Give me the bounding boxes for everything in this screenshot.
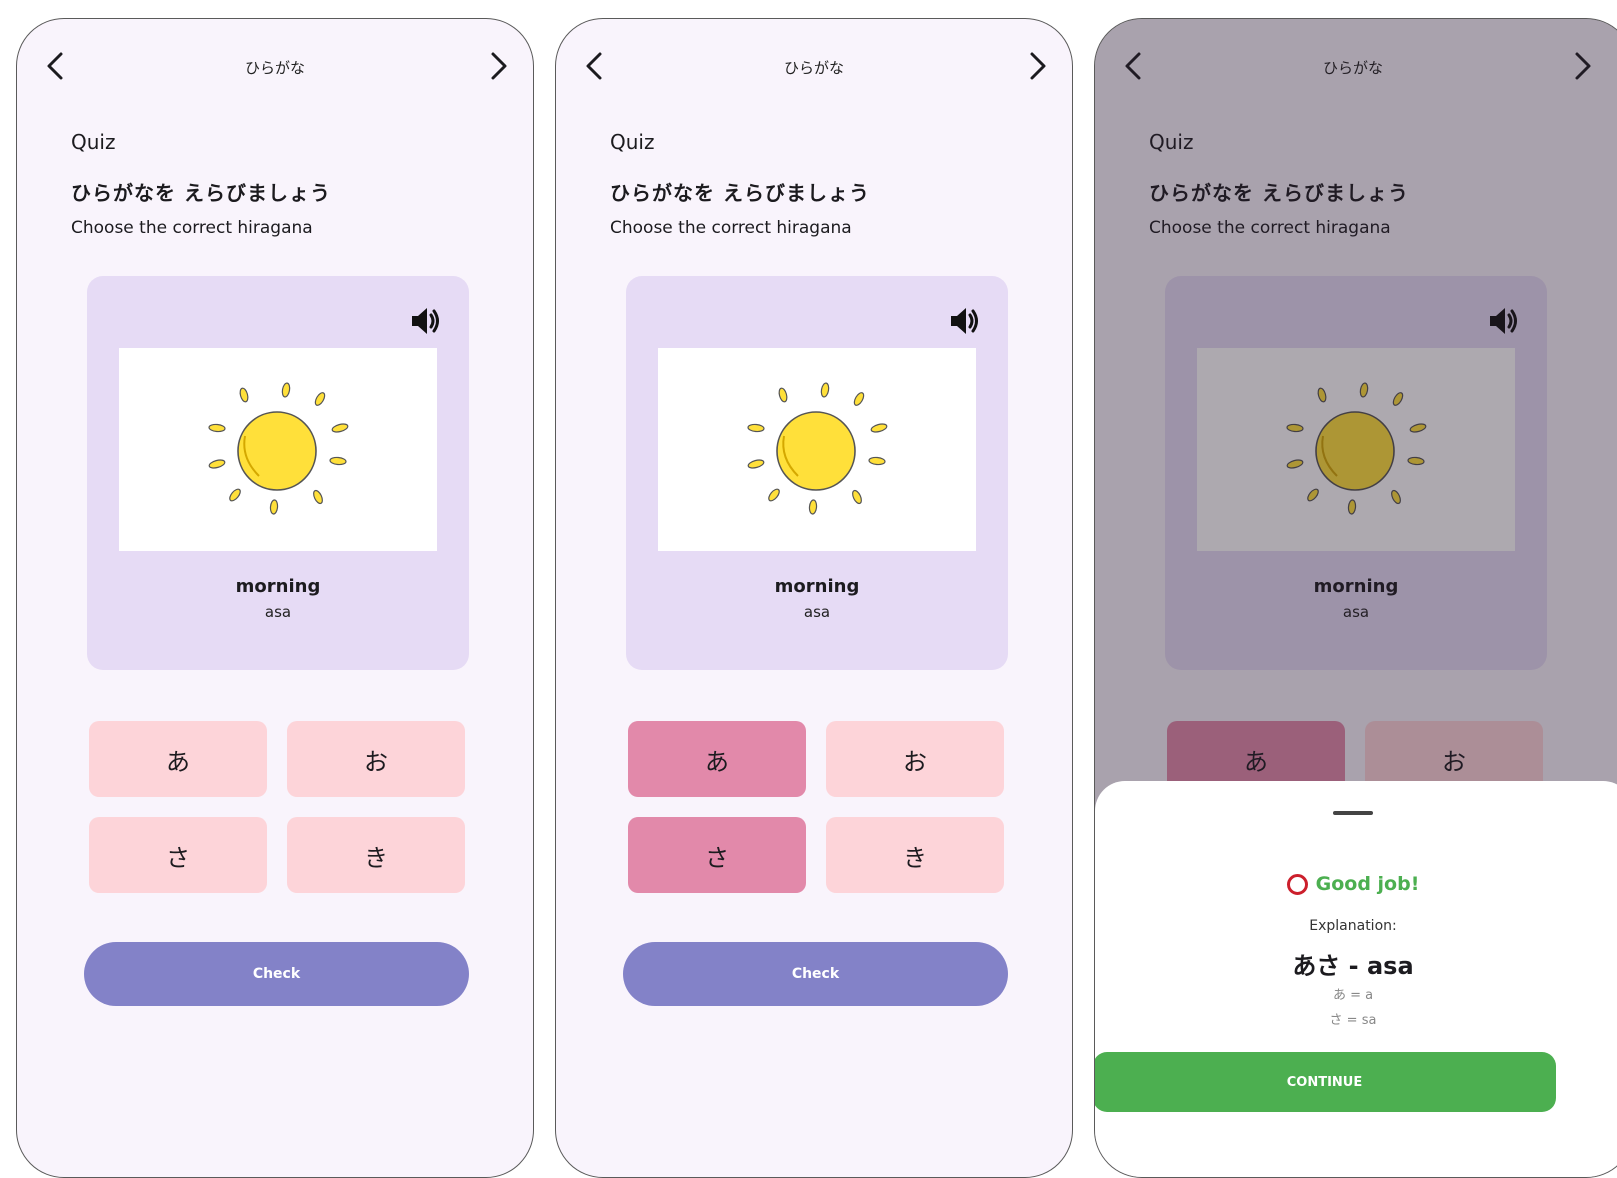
word-romaji: asa	[803, 603, 831, 621]
instruction-japanese: ひらがなを えらびましょう	[71, 181, 331, 205]
speaker-icon[interactable]	[948, 304, 982, 338]
option-button[interactable]: お	[287, 721, 465, 797]
chevron-right-icon[interactable]	[1020, 49, 1054, 83]
sun-illustration	[658, 348, 976, 551]
option-button[interactable]: さ	[89, 817, 267, 893]
option-button[interactable]: あ	[89, 721, 267, 797]
explanation-line: さ = sa	[1329, 1013, 1377, 1028]
section-label: Quiz	[71, 130, 116, 154]
phone-screen-unselected: ひらがな Quiz ひらがなを えらびましょう Choose the corre…	[16, 18, 534, 1178]
sun-illustration	[119, 348, 437, 551]
word-romaji: asa	[264, 603, 292, 621]
section-label: Quiz	[610, 130, 655, 154]
explanation-label: Explanation:	[1309, 918, 1397, 934]
result-bottom-sheet: Good job! Explanation: あさ - asa あ = a さ …	[1095, 781, 1617, 1177]
word-card: morning asa	[87, 276, 469, 670]
option-button-selected[interactable]: さ	[628, 817, 806, 893]
option-button[interactable]: き	[287, 817, 465, 893]
instruction-english: Choose the correct hiragana	[71, 218, 313, 238]
phone-screen-selected: ひらがな Quiz ひらがなを えらびましょう Choose the corre…	[555, 18, 1073, 1178]
word-english: morning	[774, 576, 860, 597]
result-row: Good job!	[1095, 873, 1611, 895]
explanation-line: あ = a	[1332, 988, 1374, 1003]
circle-correct-icon	[1286, 873, 1308, 895]
phone-screen-result: ひらがな Quiz ひらがなを えらびましょう Choose the corre…	[1094, 18, 1617, 1178]
option-button[interactable]: き	[826, 817, 1004, 893]
option-button-selected[interactable]: あ	[628, 721, 806, 797]
chevron-right-icon[interactable]	[481, 49, 515, 83]
screen-title: ひらがな	[783, 59, 844, 77]
option-button[interactable]: お	[826, 721, 1004, 797]
instruction-english: Choose the correct hiragana	[610, 218, 852, 238]
explanation-main: あさ - asa	[1292, 952, 1414, 980]
check-button[interactable]: Check	[623, 942, 1008, 1006]
word-english: morning	[235, 576, 321, 597]
check-button[interactable]: Check	[84, 942, 469, 1006]
speaker-icon[interactable]	[409, 304, 443, 338]
instruction-japanese: ひらがなを えらびましょう	[610, 181, 870, 205]
word-card: morning asa	[626, 276, 1008, 670]
continue-button[interactable]: CONTINUE	[1095, 1052, 1556, 1112]
result-status: Good job!	[1315, 873, 1420, 895]
sheet-drag-handle[interactable]	[1333, 811, 1373, 815]
screen-title: ひらがな	[244, 59, 305, 77]
